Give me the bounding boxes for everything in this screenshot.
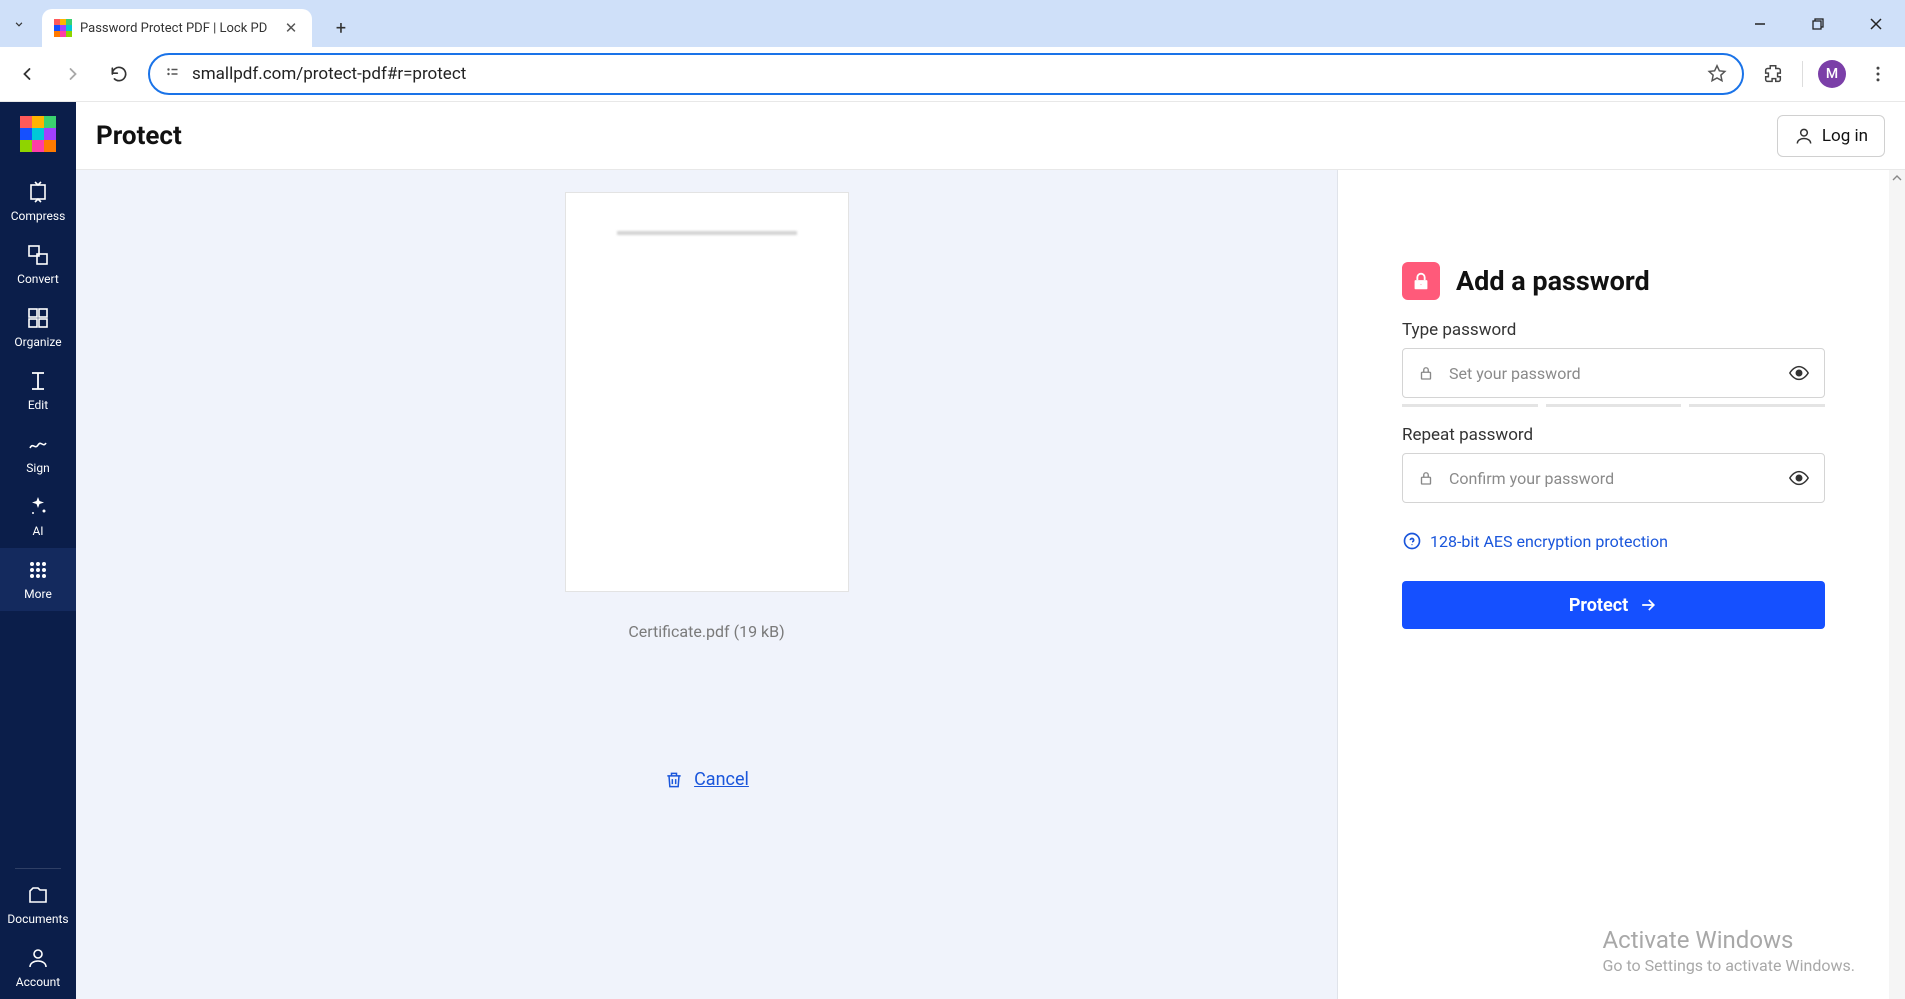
sidebar-item-convert[interactable]: Convert <box>0 233 76 296</box>
sidebar-item-label: More <box>24 587 52 601</box>
close-window-button[interactable] <box>1847 0 1905 47</box>
window-controls <box>1731 0 1905 47</box>
url-input[interactable] <box>192 64 1696 84</box>
convert-icon <box>26 243 50 267</box>
edit-icon <box>26 369 50 393</box>
password-panel: Add a password Type password Repeat pass… <box>1338 170 1889 999</box>
lock-icon <box>1402 262 1440 300</box>
cancel-link[interactable]: Cancel <box>664 769 749 790</box>
arrow-right-icon <box>1638 595 1658 615</box>
lock-small-icon <box>1417 469 1435 487</box>
separator <box>1802 61 1803 87</box>
file-size: (19 kB) <box>734 622 785 641</box>
show-password-icon[interactable] <box>1788 467 1810 489</box>
new-tab-button[interactable]: + <box>326 13 356 43</box>
sidebar-item-ai[interactable]: AI <box>0 485 76 548</box>
repeat-password-input[interactable] <box>1449 469 1774 488</box>
browser-menu-button[interactable] <box>1861 57 1895 91</box>
login-label: Log in <box>1822 126 1868 146</box>
pdf-preview-line <box>617 231 797 235</box>
user-icon <box>1794 126 1814 146</box>
sidebar-item-organize[interactable]: Organize <box>0 296 76 359</box>
preview-column: Certificate.pdf (19 kB) Cancel <box>76 170 1338 999</box>
password-strength-meter <box>1402 404 1825 407</box>
sidebar-item-label: Documents <box>7 912 68 926</box>
repeat-password-field[interactable] <box>1402 453 1825 503</box>
lock-small-icon <box>1417 364 1435 382</box>
sidebar-item-label: Organize <box>14 335 61 349</box>
sidebar-item-sign[interactable]: Sign <box>0 422 76 485</box>
forward-button[interactable] <box>56 57 90 91</box>
content-row: Certificate.pdf (19 kB) Cancel Add a pas… <box>76 170 1905 999</box>
site-info-icon[interactable] <box>164 65 182 83</box>
main-area: Protect Log in Certificate.pdf (19 kB) C… <box>76 102 1905 999</box>
browser-toolbar: M <box>0 47 1905 102</box>
reload-button[interactable] <box>102 57 136 91</box>
tab-close-button[interactable]: ✕ <box>282 19 300 37</box>
login-button[interactable]: Log in <box>1777 115 1885 157</box>
show-password-icon[interactable] <box>1788 362 1810 384</box>
trash-icon <box>664 770 684 790</box>
sidebar-item-label: Edit <box>28 398 48 412</box>
tab-title: Password Protect PDF | Lock PD <box>80 21 274 36</box>
panel-title: Add a password <box>1456 265 1650 297</box>
file-caption: Certificate.pdf (19 kB) <box>628 622 784 641</box>
scroll-up-icon[interactable] <box>1889 170 1905 186</box>
app-root: Compress Convert Organize Edit Sign AI M… <box>0 102 1905 999</box>
sidebar-item-label: Account <box>16 975 60 989</box>
documents-icon <box>26 883 50 907</box>
protect-button-label: Protect <box>1569 595 1628 616</box>
encryption-text: 128-bit AES encryption protection <box>1430 532 1668 551</box>
profile-avatar: M <box>1818 60 1846 88</box>
sidebar-item-label: AI <box>32 524 43 538</box>
maximize-button[interactable] <box>1789 0 1847 47</box>
app-header: Protect Log in <box>76 102 1905 170</box>
separator <box>15 868 61 869</box>
extensions-button[interactable] <box>1756 57 1790 91</box>
minimize-button[interactable] <box>1731 0 1789 47</box>
smallpdf-favicon <box>54 19 72 37</box>
cancel-label: Cancel <box>694 769 749 790</box>
profile-button[interactable]: M <box>1815 57 1849 91</box>
sidebar-item-more[interactable]: More <box>0 548 76 611</box>
bookmark-star-icon[interactable] <box>1706 63 1728 85</box>
sidebar-item-edit[interactable]: Edit <box>0 359 76 422</box>
type-password-input[interactable] <box>1449 364 1774 383</box>
sidebar-item-label: Convert <box>17 272 59 286</box>
sidebar-item-label: Compress <box>11 209 66 223</box>
repeat-password-label: Repeat password <box>1402 425 1825 445</box>
browser-tab[interactable]: Password Protect PDF | Lock PD ✕ <box>42 9 312 47</box>
organize-icon <box>26 306 50 330</box>
more-icon <box>26 558 50 582</box>
type-password-label: Type password <box>1402 320 1825 340</box>
encryption-info: 128-bit AES encryption protection <box>1402 531 1825 551</box>
browser-tab-strip: Password Protect PDF | Lock PD ✕ + <box>0 0 1905 47</box>
ai-icon <box>26 495 50 519</box>
sign-icon <box>26 432 50 456</box>
tabs-dropdown-button[interactable] <box>0 0 38 47</box>
address-bar[interactable] <box>148 53 1744 95</box>
sidebar-item-documents[interactable]: Documents <box>0 873 76 936</box>
panel-heading: Add a password <box>1402 262 1825 300</box>
app-logo[interactable] <box>16 112 60 156</box>
file-name: Certificate.pdf <box>628 622 729 641</box>
info-icon <box>1402 531 1422 551</box>
protect-button[interactable]: Protect <box>1402 581 1825 629</box>
compress-icon <box>26 180 50 204</box>
type-password-field[interactable] <box>1402 348 1825 398</box>
account-icon <box>26 946 50 970</box>
sidebar: Compress Convert Organize Edit Sign AI M… <box>0 102 76 999</box>
sidebar-item-compress[interactable]: Compress <box>0 170 76 233</box>
page-title: Protect <box>96 121 182 151</box>
sidebar-item-account[interactable]: Account <box>0 936 76 999</box>
back-button[interactable] <box>10 57 44 91</box>
sidebar-item-label: Sign <box>26 461 49 475</box>
pdf-preview-thumbnail <box>565 192 849 592</box>
scrollbar[interactable] <box>1889 170 1905 999</box>
